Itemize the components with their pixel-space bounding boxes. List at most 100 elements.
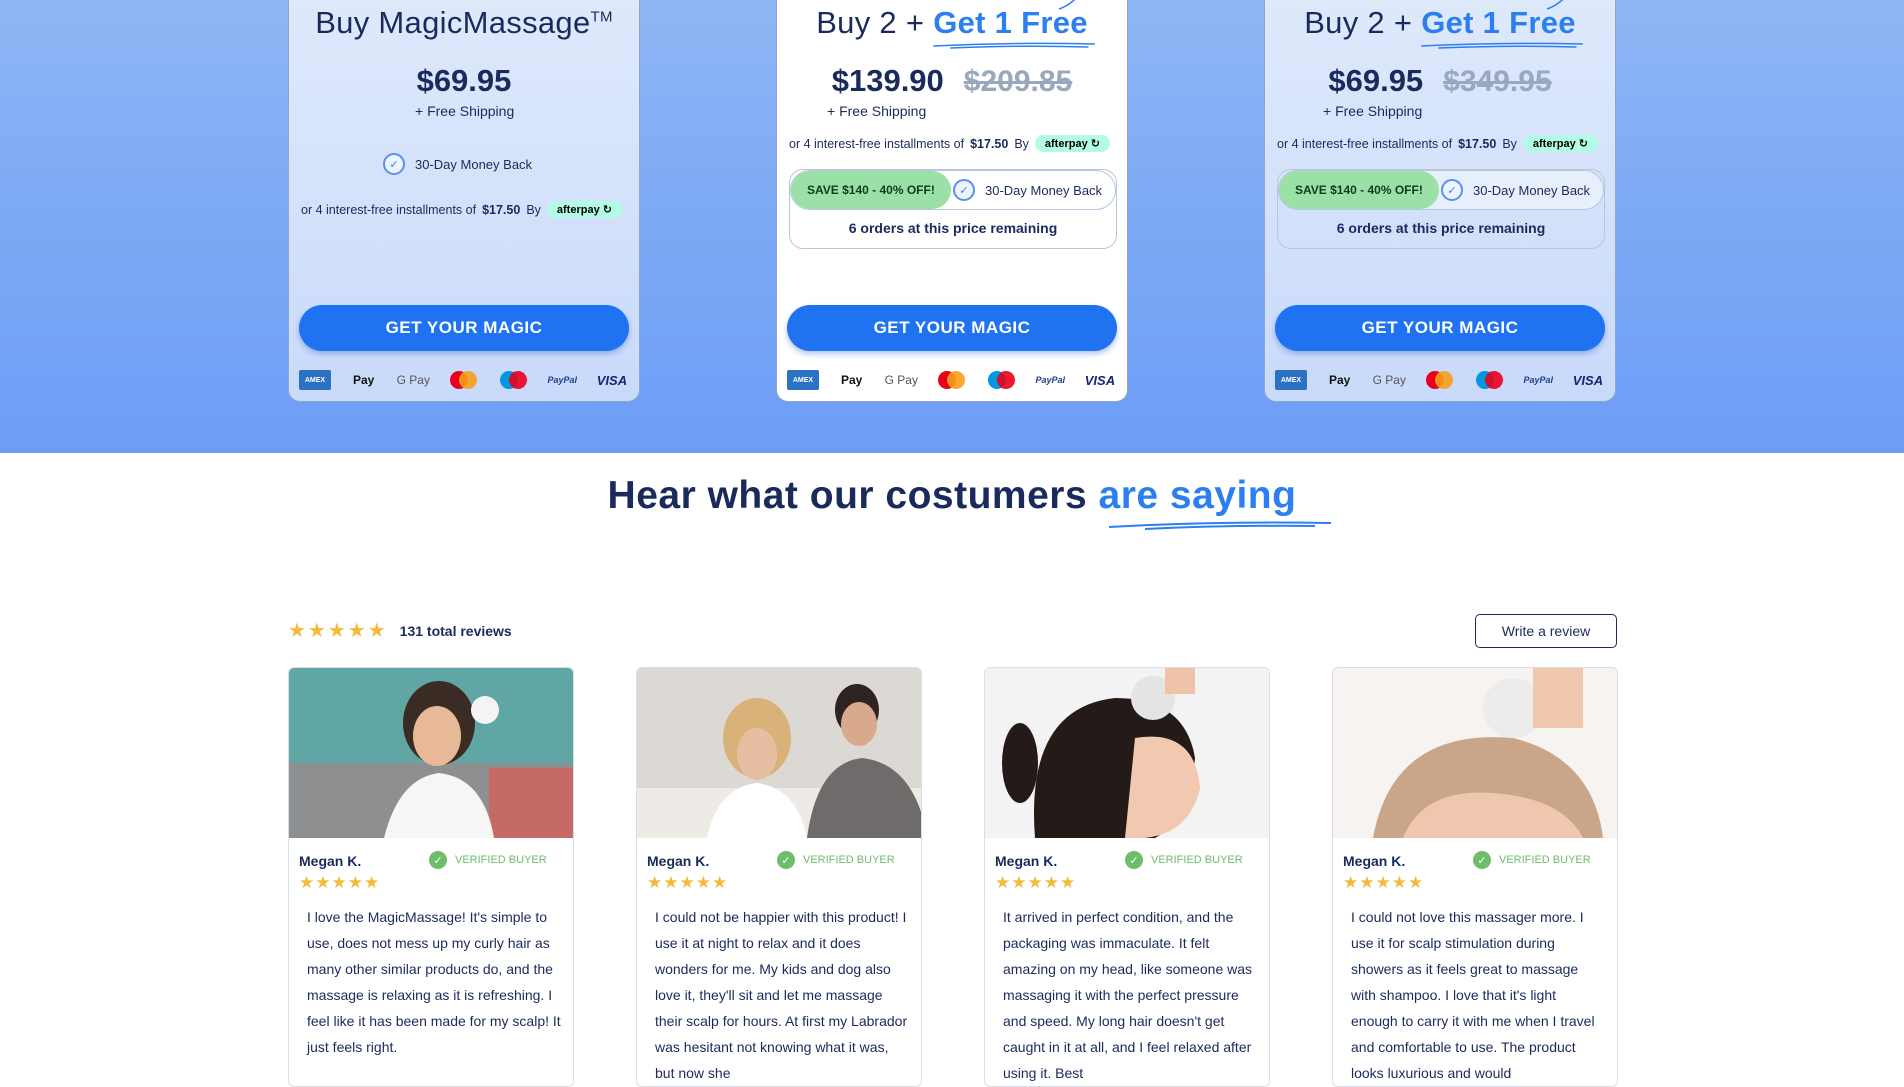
amex-icon: AMEX: [787, 370, 819, 390]
review-card: Megan K. ✓ VERIFIED BUYER ★★★★★ I could …: [1332, 667, 1618, 1087]
review-stars: ★★★★★: [1343, 873, 1425, 892]
plan-title-text: Buy MagicMassage: [315, 5, 591, 40]
plan-card-bundle: Buy 2 + Get 1 Free $139.90 $209.85 + Fre…: [776, 0, 1128, 402]
pricing-section: Buy MagicMassageTM $69.95 + Free Shippin…: [0, 0, 1904, 453]
afterpay-text: afterpay: [556, 204, 600, 216]
verified-label: VERIFIED BUYER: [1151, 854, 1243, 866]
review-stars: ★★★★★: [995, 873, 1077, 892]
verified-label: VERIFIED BUYER: [803, 854, 895, 866]
apple-pay-text: Pay: [1328, 373, 1351, 387]
scribble-underline-icon: [933, 42, 1096, 49]
apple-pay-icon: Pay: [1323, 370, 1357, 390]
verified-badge: ✓ VERIFIED BUYER: [1473, 851, 1591, 869]
orders-remaining: 6 orders at this price remaining: [1336, 220, 1546, 236]
google-pay-icon: G Pay: [1372, 373, 1406, 387]
price: $69.95: [416, 63, 512, 98]
payment-methods: AMEX Pay G Pay PayPal VISA: [787, 370, 1117, 390]
reviews-heading-prefix: Hear what our costumers: [607, 474, 1099, 517]
paypal-icon: PayPal: [547, 375, 578, 385]
offer-box: SAVE $140 - 40% OFF! ✓ 30-Day Money Back…: [789, 169, 1117, 249]
review-photo: [985, 668, 1269, 838]
woman-scalp-photo: [1333, 668, 1617, 838]
price: $69.95: [1328, 63, 1424, 98]
money-back: ✓ 30-Day Money Back: [1441, 179, 1590, 201]
afterpay-text: afterpay: [1044, 138, 1088, 150]
afterpay-logo: afterpay ↻: [1034, 135, 1110, 152]
installments-text: or 4 interest-free installments of: [1277, 136, 1453, 151]
save-badge: SAVE $140 - 40% OFF!: [791, 171, 951, 209]
woman-sofa-photo: [289, 668, 573, 838]
review-photo: [1333, 668, 1617, 838]
mastercard-icon: [1422, 370, 1456, 390]
reviewer-name: Megan K.: [995, 853, 1058, 869]
offer-row: SAVE $140 - 40% OFF! ✓ 30-Day Money Back: [790, 170, 1116, 210]
payment-methods: AMEX Pay G Pay PayPal VISA: [299, 370, 629, 390]
write-review-button[interactable]: Write a review: [1475, 614, 1617, 648]
apple-pay-icon: Pay: [835, 370, 869, 390]
offer-row: SAVE $140 - 40% OFF! ✓ 30-Day Money Back: [1278, 170, 1604, 210]
price-row: $69.95: [289, 63, 639, 99]
review-text: It arrived in perfect condition, and the…: [1003, 909, 1253, 1081]
review-card: Megan K. ✓ VERIFIED BUYER ★★★★★ I love t…: [288, 667, 574, 1087]
plan-title-highlight-text: Get 1 Free: [1421, 5, 1576, 40]
amex-icon: AMEX: [299, 370, 331, 390]
plan-title-prefix: Buy 2 +: [1304, 5, 1422, 40]
paypal-icon: PayPal: [1035, 375, 1066, 385]
review-text: I love the MagicMassage! It's simple to …: [307, 909, 561, 1055]
apple-pay-icon: Pay: [347, 370, 381, 390]
mastercard-icon: [446, 370, 480, 390]
check-circle-icon: ✓: [777, 851, 795, 869]
review-text: I could not be happier with this product…: [655, 909, 908, 1081]
installments-amount: $17.50: [970, 136, 1009, 151]
plan-card-single: Buy MagicMassageTM $69.95 + Free Shippin…: [288, 0, 640, 402]
old-price: $349.95: [1443, 65, 1552, 98]
price: $139.90: [831, 63, 944, 98]
badge-check-icon: ✓: [383, 153, 405, 175]
money-back-label: 30-Day Money Back: [985, 182, 1103, 198]
reviews-summary: ★★★★★ 131 total reviews: [288, 618, 512, 643]
apple-pay-text: Pay: [840, 373, 863, 387]
verified-badge: ✓ VERIFIED BUYER: [777, 851, 895, 869]
scribble-underline-icon: [1108, 521, 1331, 530]
verified-badge: ✓ VERIFIED BUYER: [429, 851, 547, 869]
review-photo: [289, 668, 573, 838]
review-card: Megan K. ✓ VERIFIED BUYER ★★★★★ It arriv…: [984, 667, 1270, 1087]
offer-box: SAVE $140 - 40% OFF! ✓ 30-Day Money Back…: [1277, 169, 1605, 249]
old-price: $209.85: [963, 65, 1073, 98]
paypal-icon: PayPal: [1523, 375, 1554, 385]
couple-massage-photo: [637, 668, 921, 838]
installments-by: By: [1014, 136, 1029, 151]
reviewer-name: Megan K.: [299, 853, 362, 869]
installments-text: or 4 interest-free installments of: [789, 136, 965, 151]
review-stars: ★★★★★: [299, 873, 381, 892]
reviewer-name: Megan K.: [647, 853, 710, 869]
check-circle-icon: ✓: [429, 851, 447, 869]
shipping-note: + Free Shipping: [1323, 103, 1423, 119]
apple-pay-text: Pay: [352, 373, 375, 387]
afterpay-text: afterpay: [1532, 138, 1576, 150]
price-row: $139.90 $209.85: [777, 63, 1127, 99]
badge-check-icon: ✓: [953, 179, 975, 201]
visa-icon: VISA: [596, 372, 628, 388]
afterpay-logo: afterpay ↻: [546, 201, 622, 218]
money-back-label: 30-Day Money Back: [1473, 182, 1591, 198]
installments: or 4 interest-free installments of $17.5…: [301, 201, 622, 218]
trademark: TM: [590, 8, 613, 26]
money-back: ✓ 30-Day Money Back: [383, 153, 532, 175]
visa-icon: VISA: [1572, 372, 1604, 388]
maestro-icon: [496, 370, 530, 390]
price-row: $69.95 $349.95: [1265, 63, 1615, 99]
visa-icon: VISA: [1084, 372, 1116, 388]
get-your-magic-button[interactable]: GET YOUR MAGIC: [1275, 305, 1605, 351]
total-reviews: 131 total reviews: [399, 622, 512, 639]
google-pay-icon: G Pay: [396, 373, 430, 387]
reviews-heading-highlight-text: are saying: [1098, 474, 1297, 517]
plan-title: Buy 2 + Get 1 Free: [1265, 5, 1615, 49]
get-your-magic-button[interactable]: GET YOUR MAGIC: [299, 305, 629, 351]
save-badge: SAVE $140 - 40% OFF!: [1279, 171, 1439, 209]
get-your-magic-button[interactable]: GET YOUR MAGIC: [787, 305, 1117, 351]
scribble-underline-icon: [1421, 42, 1584, 49]
installments-by: By: [526, 202, 541, 217]
reviews-heading: Hear what our costumers are saying: [0, 474, 1904, 530]
payment-methods: AMEX Pay G Pay PayPal VISA: [1275, 370, 1605, 390]
